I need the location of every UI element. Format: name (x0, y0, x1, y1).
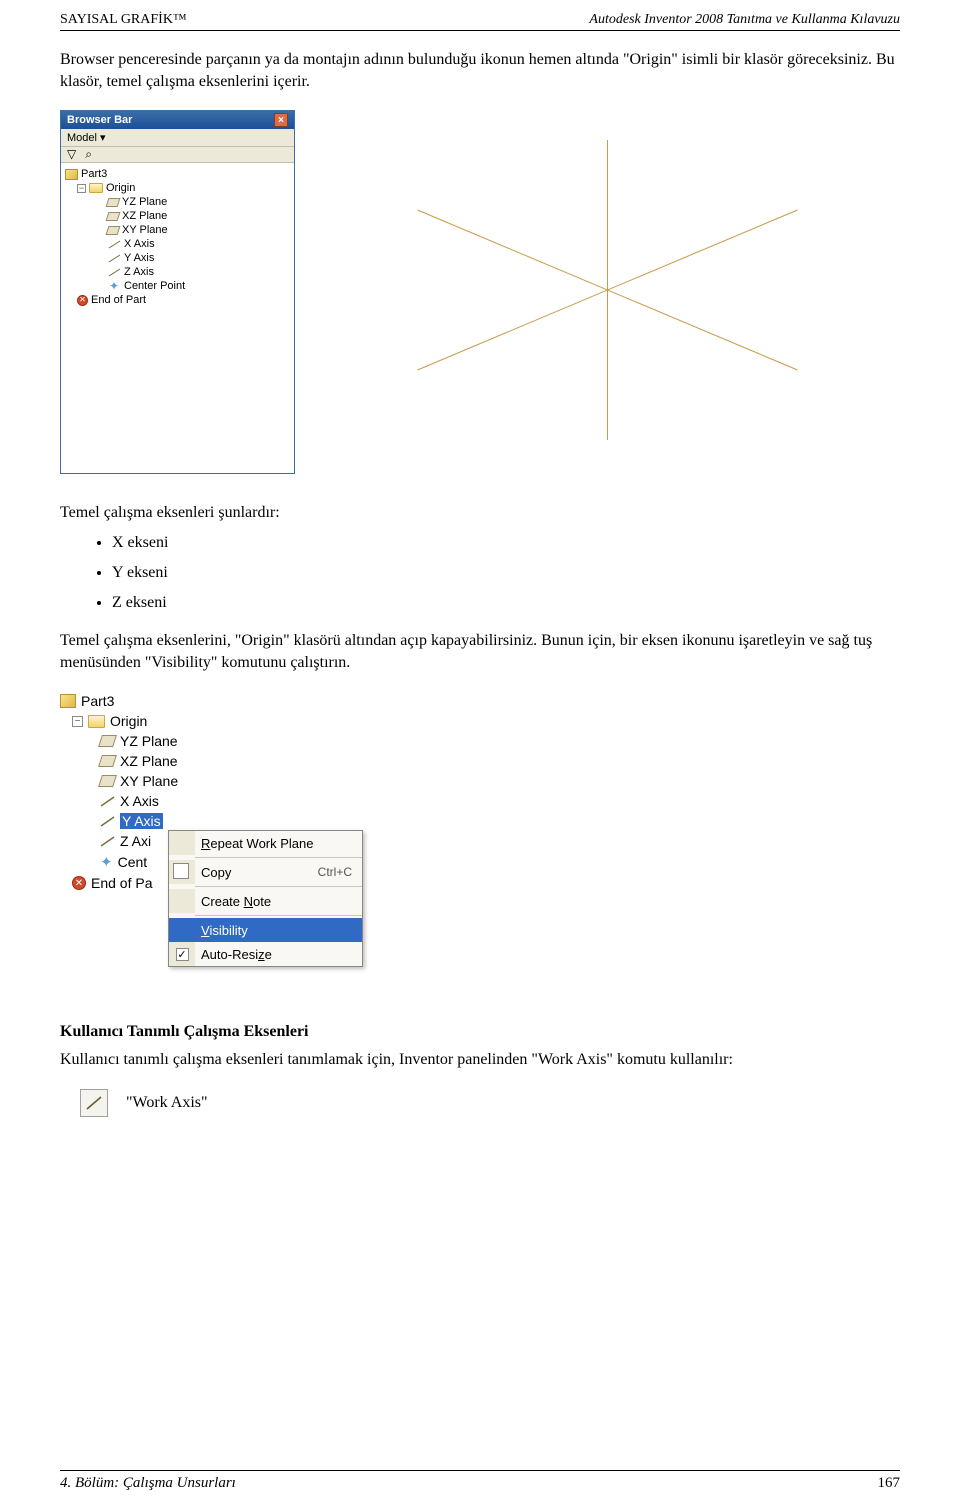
section-subhead: Kullanıcı Tanımlı Çalışma Eksenleri (60, 1023, 900, 1041)
collapse-icon[interactable]: − (77, 184, 86, 193)
checked-icon: ✓ (169, 942, 195, 966)
point-icon: ✦ (100, 853, 113, 871)
page-header: SAYISAL GRAFİK™ Autodesk Inventor 2008 T… (60, 0, 900, 30)
work-axis-paragraph: Kullanıcı tanımlı çalışma eksenleri tanı… (60, 1049, 900, 1071)
tree-origin-node[interactable]: −Origin (60, 711, 220, 731)
page-number: 167 (878, 1475, 901, 1492)
header-left: SAYISAL GRAFİK™ (60, 12, 187, 28)
end-icon: ✕ (72, 876, 86, 890)
work-axis-label: "Work Axis" (126, 1094, 208, 1112)
figure-row-1: Browser Bar × Model ▾ ▽ ⌕ Part3 − Origin… (60, 110, 900, 480)
tree-part-node[interactable]: Part3 (60, 691, 220, 711)
axis-icon (100, 835, 115, 848)
menu-item-repeat[interactable]: Repeat Work Plane (169, 831, 362, 855)
axes-sketch-figure (315, 110, 900, 480)
figure-context-menu: Part3 −Origin YZ Plane XZ Plane XY Plane… (60, 691, 370, 1001)
tree-item-center-point[interactable]: ✦Center Point (65, 279, 290, 293)
axis-icon (100, 815, 115, 828)
tree-origin-node[interactable]: − Origin (65, 181, 290, 195)
close-icon[interactable]: × (274, 113, 288, 127)
work-axis-button[interactable] (80, 1089, 108, 1117)
plane-icon (106, 226, 121, 235)
menu-separator (195, 857, 362, 858)
copy-icon (169, 860, 195, 884)
list-item: Z ekseni (112, 594, 900, 612)
axis-icon (100, 795, 115, 808)
menu-item-create-note[interactable]: Create Note (169, 889, 362, 913)
browser-bar-toolbar: ▽ ⌕ (61, 147, 294, 163)
plane-icon (98, 735, 117, 747)
collapse-icon[interactable]: − (72, 716, 83, 727)
folder-icon (88, 715, 105, 728)
folder-icon (89, 183, 103, 193)
tree-item-yz-plane[interactable]: YZ Plane (65, 195, 290, 209)
browser-bar-title: Browser Bar (67, 114, 132, 126)
plane-icon (106, 198, 121, 207)
menu-item-copy[interactable]: Copy Ctrl+C (169, 860, 362, 884)
menu-icon-blank (169, 918, 195, 942)
axis-icon (107, 252, 121, 264)
menu-icon-blank (169, 831, 195, 855)
tree-item-x-axis[interactable]: X Axis (65, 237, 290, 251)
browser-bar-model-selector[interactable]: Model ▾ (61, 129, 294, 147)
work-axis-icon (84, 1093, 104, 1113)
tree-item-z-axis[interactable]: Z Axis (65, 265, 290, 279)
visibility-paragraph: Temel çalışma eksenlerini, "Origin" klas… (60, 630, 900, 673)
tree-item-xy-plane[interactable]: XY Plane (60, 771, 220, 791)
menu-separator (195, 886, 362, 887)
search-icon[interactable]: ⌕ (85, 147, 92, 162)
shortcut-label: Ctrl+C (318, 865, 362, 879)
end-icon: ✕ (77, 295, 88, 306)
page-footer: 4. Bölüm: Çalışma Unsurları 167 (60, 1470, 900, 1492)
browser-bar-panel: Browser Bar × Model ▾ ▽ ⌕ Part3 − Origin… (60, 110, 295, 474)
part-icon (60, 694, 76, 708)
header-right: Autodesk Inventor 2008 Tanıtma ve Kullan… (589, 12, 900, 28)
axes-list-intro: Temel çalışma eksenleri şunlardır: (60, 504, 900, 522)
tree-item-yz-plane[interactable]: YZ Plane (60, 731, 220, 751)
intro-paragraph: Browser penceresinde parçanın ya da mont… (60, 49, 900, 92)
browser-tree: Part3 − Origin YZ Plane XZ Plane XY Plan… (61, 163, 294, 473)
plane-icon (98, 775, 117, 787)
axis-icon (107, 266, 121, 278)
tree-end-node[interactable]: ✕End of Part (65, 293, 290, 307)
plane-icon (98, 755, 117, 767)
axis-icon (107, 238, 121, 250)
tree-item-xy-plane[interactable]: XY Plane (65, 223, 290, 237)
work-axis-command: "Work Axis" (80, 1089, 900, 1117)
list-item: Y ekseni (112, 564, 900, 582)
list-item: X ekseni (112, 534, 900, 552)
footer-chapter: 4. Bölüm: Çalışma Unsurları (60, 1475, 236, 1492)
tree-item-xz-plane[interactable]: XZ Plane (65, 209, 290, 223)
tree-item-xz-plane[interactable]: XZ Plane (60, 751, 220, 771)
filter-icon[interactable]: ▽ (67, 147, 76, 162)
browser-bar-titlebar: Browser Bar × (61, 111, 294, 129)
menu-separator (195, 915, 362, 916)
plane-icon (106, 212, 121, 221)
tree-part-node[interactable]: Part3 (65, 167, 290, 181)
tree-item-y-axis-selected[interactable]: Y Axis (60, 811, 220, 831)
menu-item-auto-resize[interactable]: ✓ Auto-Resize (169, 942, 362, 966)
axes-bullet-list: X ekseni Y ekseni Z ekseni (112, 534, 900, 612)
part-icon (65, 169, 78, 180)
menu-icon-blank (169, 889, 195, 913)
tree-item-y-axis[interactable]: Y Axis (65, 251, 290, 265)
point-icon: ✦ (107, 280, 121, 292)
menu-item-visibility[interactable]: Visibility (169, 918, 362, 942)
header-rule (60, 30, 900, 31)
tree-item-x-axis[interactable]: X Axis (60, 791, 220, 811)
context-menu: Repeat Work Plane Copy Ctrl+C Create Not… (168, 830, 363, 967)
